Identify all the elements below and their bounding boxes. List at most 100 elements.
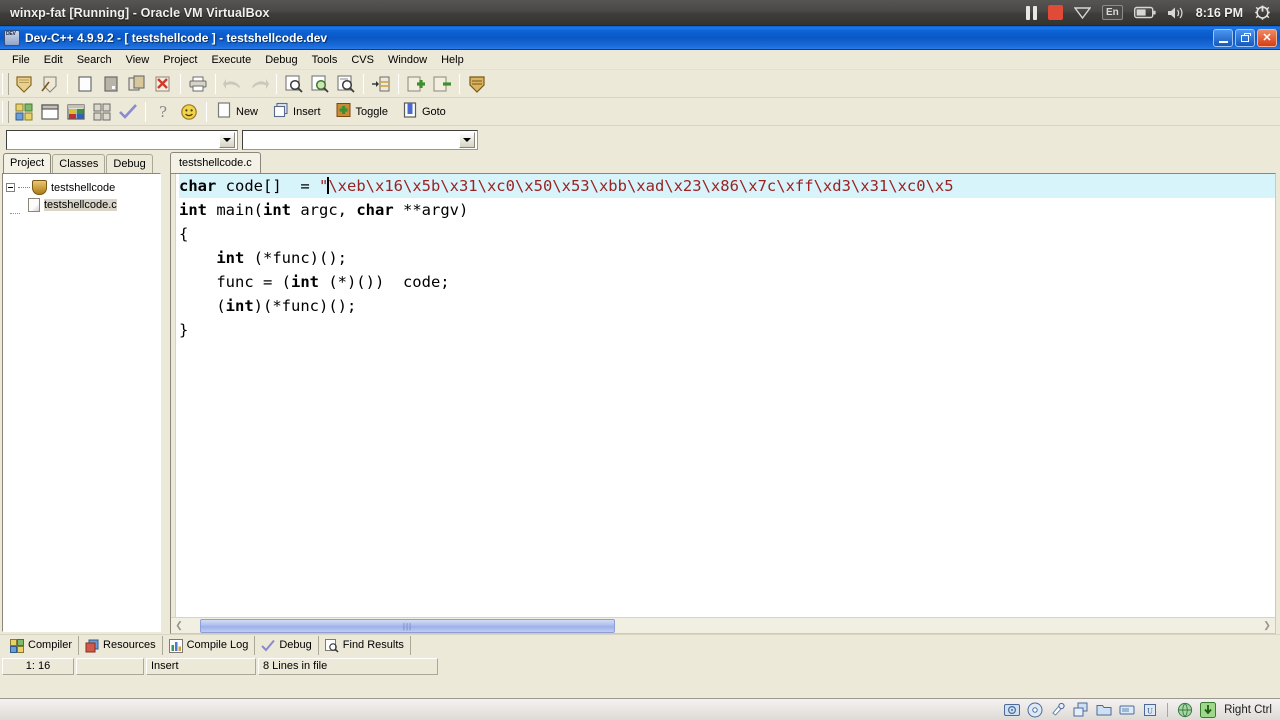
menu-window[interactable]: Window — [381, 51, 434, 69]
optical-disk-icon[interactable] — [1027, 702, 1043, 718]
chevron-down-icon[interactable] — [459, 132, 475, 148]
menu-project[interactable]: Project — [156, 51, 204, 69]
menu-file[interactable]: File — [5, 51, 37, 69]
system-clock[interactable]: 8:16 PM — [1196, 6, 1243, 20]
minimize-button[interactable] — [1213, 28, 1233, 47]
tab-compile-log[interactable]: Compile Log — [163, 636, 256, 655]
browser-combo-row — [0, 126, 1280, 154]
record-icon[interactable] — [1047, 5, 1063, 20]
toolbar-grip[interactable] — [2, 100, 9, 123]
code-keyword: int — [225, 297, 254, 315]
usb-icon[interactable] — [1050, 702, 1066, 718]
tab-resources[interactable]: Resources — [79, 636, 163, 655]
project-tree[interactable]: testshellcode testshellcode.c — [2, 173, 161, 632]
tab-compiler[interactable]: Compiler — [4, 636, 80, 655]
message-panel-tabs: Compiler Resources Compile Log Debug Fin… — [0, 634, 1280, 656]
undo-icon[interactable] — [221, 72, 245, 95]
help-icon[interactable]: ? — [151, 100, 175, 123]
code-line[interactable]: } — [179, 318, 1275, 342]
code-keyword: int — [263, 201, 291, 219]
menu-execute[interactable]: Execute — [204, 51, 258, 69]
menu-help[interactable]: Help — [434, 51, 471, 69]
shared-folder-icon[interactable] — [1096, 702, 1112, 718]
new-project-icon[interactable] — [12, 72, 36, 95]
tree-node-project-label: testshellcode — [51, 181, 116, 194]
new-button[interactable]: New — [214, 100, 264, 123]
insert-icon[interactable] — [12, 100, 36, 123]
member-browser-combo[interactable] — [242, 130, 478, 150]
insert-snippet-icon — [273, 102, 289, 121]
compile-icon[interactable] — [404, 72, 428, 95]
display-icon[interactable] — [1119, 702, 1135, 718]
close-icon[interactable] — [125, 72, 149, 95]
toggle-button[interactable]: Toggle — [333, 100, 394, 123]
close-all-icon[interactable] — [151, 72, 175, 95]
harddisk-icon[interactable] — [1004, 702, 1021, 718]
editor-horizontal-scrollbar[interactable]: ❮ ❯ — [171, 617, 1275, 633]
volume-icon[interactable] — [1167, 6, 1185, 20]
tab-testshellcode-c[interactable]: testshellcode.c — [170, 152, 261, 173]
code-line[interactable]: int (*func)(); — [179, 246, 1275, 270]
tree-node-file[interactable]: testshellcode.c — [6, 196, 157, 214]
insert-button[interactable]: Insert — [270, 100, 327, 123]
menu-tools[interactable]: Tools — [305, 51, 345, 69]
close-button[interactable]: ✕ — [1257, 28, 1277, 47]
project-options-icon[interactable] — [465, 72, 489, 95]
collapse-icon[interactable] — [6, 183, 15, 192]
tile-icon[interactable] — [90, 100, 114, 123]
tab-debug[interactable]: Debug — [106, 154, 153, 173]
network-adapter-icon[interactable] — [1073, 702, 1089, 718]
menu-debug[interactable]: Debug — [258, 51, 304, 69]
tab-find-results[interactable]: Find Results — [319, 636, 411, 655]
editor-body: char code[] = "\xeb\x16\x5b\x31\xc0\x50\… — [171, 174, 1275, 617]
goto-button[interactable]: Goto — [400, 100, 452, 123]
run-icon[interactable] — [430, 72, 454, 95]
tab-compile-log-label: Compile Log — [186, 639, 249, 651]
code-line[interactable]: (int)(*func)(); — [179, 294, 1275, 318]
cpu-icon[interactable]: U — [1142, 702, 1158, 718]
code-line[interactable]: int main(int argc, char **argv) — [179, 198, 1275, 222]
print-icon[interactable] — [186, 72, 210, 95]
toolbar-primary — [0, 70, 1280, 98]
scroll-right-icon[interactable]: ❯ — [1260, 619, 1274, 633]
goto-line-icon[interactable] — [369, 72, 393, 95]
tree-node-project[interactable]: testshellcode — [6, 179, 157, 196]
about-icon[interactable] — [177, 100, 201, 123]
scrollbar-track[interactable] — [187, 618, 1259, 633]
save-all-icon[interactable] — [99, 72, 123, 95]
keyboard-layout-icon[interactable]: En — [1101, 5, 1123, 20]
scrollbar-thumb[interactable] — [200, 618, 615, 633]
menu-cvs[interactable]: CVS — [344, 51, 381, 69]
restore-button[interactable] — [1235, 28, 1255, 47]
code-line[interactable]: char code[] = "\xeb\x16\x5b\x31\xc0\x50\… — [179, 174, 1275, 198]
toolbar-separator — [398, 73, 399, 94]
toolbar-grip[interactable] — [2, 72, 9, 95]
tab-classes[interactable]: Classes — [52, 154, 106, 173]
replace-icon[interactable] — [334, 72, 358, 95]
open-project-icon[interactable] — [38, 72, 62, 95]
pause-icon[interactable] — [1025, 5, 1037, 20]
window-icon[interactable] — [38, 100, 62, 123]
power-icon[interactable] — [1254, 4, 1271, 21]
scroll-left-icon[interactable]: ❮ — [172, 619, 186, 633]
find-next-icon[interactable] — [308, 72, 332, 95]
check-syntax-icon[interactable] — [116, 100, 140, 123]
chevron-down-icon[interactable] — [219, 132, 235, 148]
colors-icon[interactable] — [64, 100, 88, 123]
save-icon[interactable] — [73, 72, 97, 95]
code-line[interactable]: func = (int (*)()) code; — [179, 270, 1275, 294]
find-icon[interactable] — [282, 72, 306, 95]
tab-project[interactable]: Project — [3, 153, 52, 173]
network-wifi-icon[interactable] — [1073, 6, 1091, 19]
redo-icon[interactable] — [247, 72, 271, 95]
host-key-icon[interactable] — [1200, 701, 1217, 718]
tab-debug[interactable]: Debug — [255, 636, 319, 655]
menu-view[interactable]: View — [119, 51, 157, 69]
globe-icon[interactable] — [1177, 702, 1193, 718]
class-browser-combo[interactable] — [6, 130, 238, 150]
code-editor[interactable]: char code[] = "\xeb\x16\x5b\x31\xc0\x50\… — [176, 174, 1275, 617]
menu-edit[interactable]: Edit — [37, 51, 70, 69]
code-line[interactable]: { — [179, 222, 1275, 246]
battery-icon[interactable] — [1133, 6, 1156, 19]
menu-search[interactable]: Search — [70, 51, 119, 69]
